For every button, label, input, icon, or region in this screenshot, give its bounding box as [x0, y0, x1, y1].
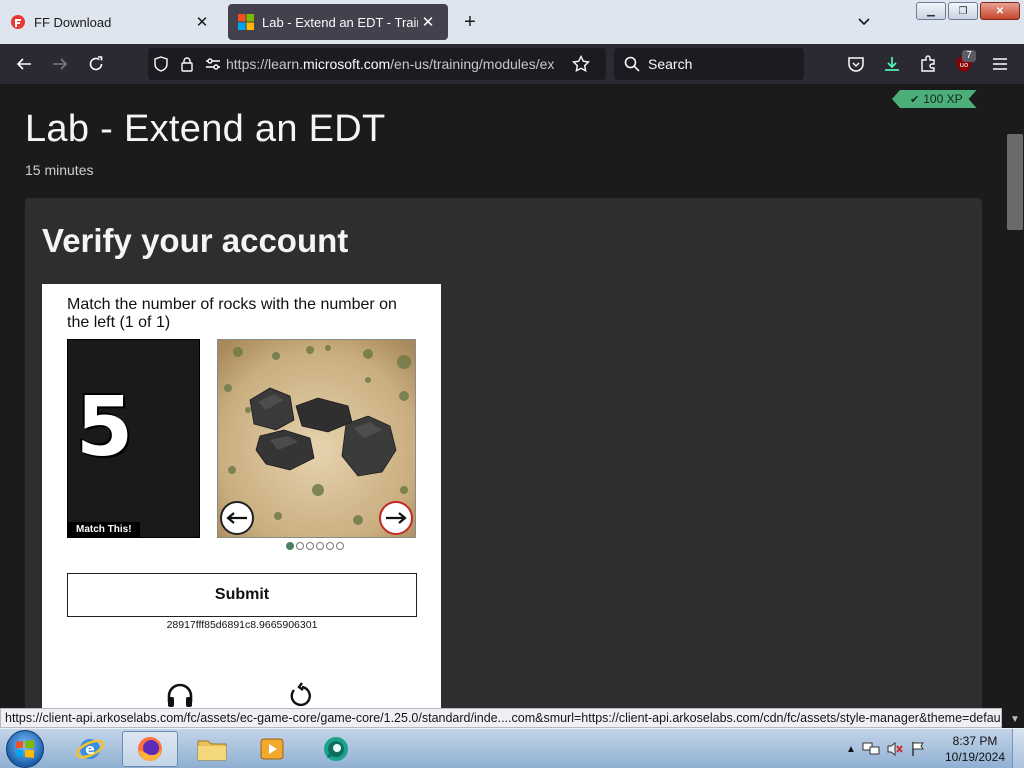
taskbar-internet-explorer[interactable]: e — [62, 731, 118, 767]
taskbar-media-player[interactable] — [244, 731, 300, 767]
folder-icon — [197, 740, 227, 761]
lab-duration: 15 minutes — [25, 162, 94, 178]
svg-text:uo: uo — [960, 61, 969, 69]
show-hidden-icons-icon[interactable]: ▲ — [846, 744, 856, 755]
status-bar-link-url: https://client-api.arkoselabs.com/fc/ass… — [0, 708, 1002, 728]
arrow-left-icon — [226, 512, 247, 524]
tab-close-icon[interactable]: ✕ — [418, 12, 438, 32]
xp-badge: ✔ 100 XP — [892, 90, 977, 108]
taskbar-clock[interactable]: 8:37 PM 10/19/2024 — [940, 733, 1010, 765]
navigation-toolbar: https://learn.microsoft.com/en-us/traini… — [0, 44, 1024, 84]
tab-strip: FF Download ✕ Lab - Extend an EDT - Trai… — [0, 0, 1024, 44]
pagination-dot[interactable] — [326, 542, 334, 550]
verify-heading: Verify your account — [42, 222, 349, 259]
extensions-puzzle-icon[interactable] — [916, 52, 940, 76]
taskbar-app[interactable] — [308, 731, 364, 767]
pagination-dot[interactable] — [316, 542, 324, 550]
svg-text:e: e — [85, 742, 95, 758]
submit-button[interactable]: Submit — [67, 573, 417, 617]
previous-arrow-button[interactable] — [220, 501, 254, 535]
tab-ff-download[interactable]: FF Download ✕ — [0, 4, 222, 40]
url-path: /en-us/training/modules/ex — [390, 56, 555, 72]
target-number: 5 — [76, 380, 134, 475]
search-icon — [624, 56, 640, 72]
rocks-image-panel — [217, 339, 416, 538]
list-all-tabs-chevron-down-icon[interactable] — [852, 10, 876, 34]
captcha-instruction: Match the number of rocks with the numbe… — [67, 296, 397, 331]
downloads-icon[interactable] — [880, 52, 904, 76]
start-button[interactable] — [6, 730, 44, 768]
url-prefix: https://learn. — [226, 56, 304, 72]
xp-value: 100 XP — [923, 92, 963, 106]
search-placeholder: Search — [648, 56, 693, 72]
verify-account-card: Verify your account Match the number of … — [25, 198, 982, 708]
app-chat-icon — [324, 737, 348, 761]
pagination-dot[interactable] — [306, 542, 314, 550]
search-box[interactable]: Search — [614, 48, 804, 80]
tab-close-icon[interactable]: ✕ — [192, 12, 212, 32]
internet-explorer-icon: e — [75, 739, 105, 759]
scroll-down-arrow-icon[interactable]: ▼ — [1006, 710, 1024, 728]
network-icon[interactable] — [862, 741, 880, 757]
lock-icon[interactable] — [174, 56, 200, 72]
taskbar-firefox[interactable] — [122, 731, 178, 767]
audio-challenge-headphones-icon[interactable] — [166, 682, 194, 708]
new-tab-plus-icon[interactable]: + — [458, 10, 482, 34]
minimize-icon[interactable]: ▁ — [916, 2, 946, 20]
forward-arrow-icon[interactable] — [48, 52, 72, 76]
next-arrow-button[interactable] — [379, 501, 413, 535]
pagination-dot[interactable] — [286, 542, 294, 550]
tab-lab-extend-edt[interactable]: Lab - Extend an EDT - Training | ✕ — [228, 4, 448, 40]
session-id: 28917fff85d6891c8.9665906301 — [166, 619, 318, 631]
scrollbar-thumb[interactable] — [1007, 134, 1023, 230]
action-center-flag-icon[interactable] — [910, 741, 926, 757]
pocket-icon[interactable] — [844, 52, 868, 76]
system-tray: ▲ — [846, 729, 926, 768]
windows-logo-icon — [16, 740, 34, 758]
bookmark-star-icon[interactable] — [568, 55, 594, 73]
arrow-right-icon — [386, 512, 407, 524]
back-arrow-icon[interactable] — [12, 52, 36, 76]
window-controls: ▁ ❐ ✕ — [916, 2, 1020, 20]
captcha-widget: Match the number of rocks with the numbe… — [42, 284, 441, 708]
clock-time: 8:37 PM — [952, 734, 998, 748]
tab-title: FF Download — [34, 14, 112, 30]
window-close-icon[interactable]: ✕ — [980, 2, 1020, 20]
pagination-dot[interactable] — [296, 542, 304, 550]
extension-badge-count: 7 — [962, 50, 976, 62]
ff-download-favicon-icon — [11, 15, 25, 29]
firefox-icon — [138, 737, 162, 761]
check-icon: ✔ — [910, 93, 920, 106]
address-bar[interactable]: https://learn.microsoft.com/en-us/traini… — [148, 48, 606, 80]
restore-icon[interactable]: ❐ — [948, 2, 978, 20]
image-pagination-dots — [286, 542, 344, 550]
page-content: ✔ 100 XP Lab - Extend an EDT 15 minutes … — [0, 84, 1006, 708]
url-domain: microsoft.com — [303, 56, 391, 72]
media-player-icon — [260, 738, 284, 760]
taskbar-file-explorer[interactable] — [184, 731, 240, 767]
pagination-dot[interactable] — [336, 542, 344, 550]
target-number-panel: 5 Match This! — [67, 339, 200, 538]
page-title: Lab - Extend an EDT — [25, 108, 386, 150]
reload-icon[interactable] — [84, 52, 108, 76]
tab-title: Lab - Extend an EDT - Training | — [262, 14, 418, 30]
tracking-protection-shield-icon[interactable] — [148, 56, 174, 72]
match-this-label: Match This! — [68, 522, 140, 537]
volume-muted-icon[interactable] — [886, 741, 904, 757]
restart-challenge-icon[interactable] — [288, 682, 314, 708]
show-desktop-button[interactable] — [1012, 729, 1024, 768]
clock-date: 10/19/2024 — [944, 750, 1006, 764]
open-menu-hamburger-icon[interactable] — [988, 52, 1012, 76]
microsoft-logo-icon — [238, 14, 254, 30]
permissions-sliders-icon[interactable] — [200, 57, 226, 71]
windows-taskbar: e ▲ 8:37 PM 10/19/2024 — [0, 728, 1024, 768]
url-text[interactable]: https://learn.microsoft.com/en-us/traini… — [226, 56, 562, 72]
